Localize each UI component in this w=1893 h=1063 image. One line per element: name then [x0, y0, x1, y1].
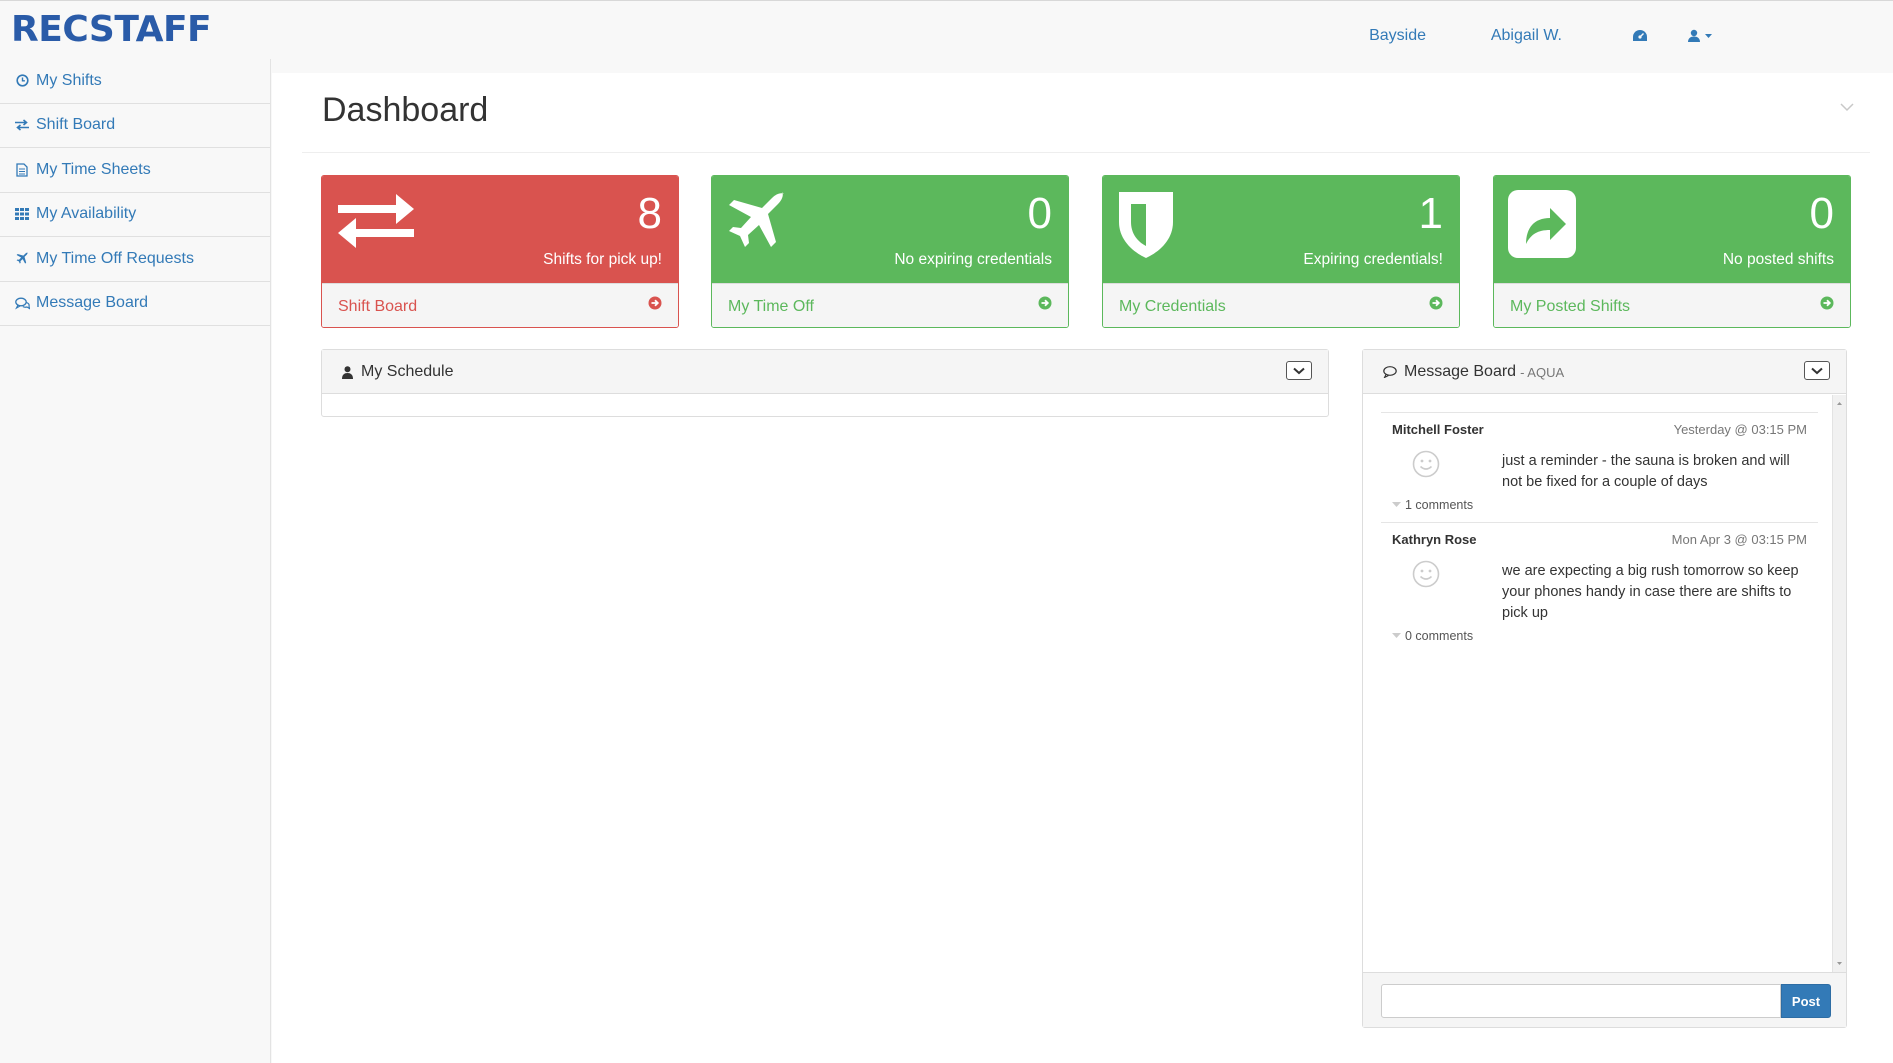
schedule-toggle-button[interactable]	[1286, 361, 1312, 380]
message-board-toggle-button[interactable]	[1804, 361, 1830, 380]
my-schedule-panel: My Schedule	[321, 349, 1329, 417]
arrow-circle-right-icon	[648, 296, 662, 315]
message-scrollbar[interactable]	[1832, 395, 1846, 972]
smiley-avatar-icon	[1412, 560, 1440, 593]
card-link-text: Shift Board	[338, 298, 418, 315]
dashboard-icon[interactable]	[1632, 29, 1648, 48]
comments-icon	[14, 295, 30, 311]
message-text: we are expecting a big rush tomorrow so …	[1502, 563, 1799, 621]
credentials-card: 1 Expiring credentials! My Credentials	[1102, 175, 1460, 328]
message-board-title: Message Board	[1404, 363, 1517, 380]
sidebar-item-my-time-sheets[interactable]: My Time Sheets	[0, 148, 270, 193]
chevron-down-icon	[1293, 367, 1305, 374]
card-header: 8 Shifts for pick up!	[322, 176, 678, 283]
card-label: Expiring credentials!	[1303, 251, 1443, 268]
card-count: 0	[1809, 189, 1834, 238]
panel-title: My Schedule	[342, 363, 454, 381]
main-content: Dashboard 8 Shifts for pick up! Shift Bo…	[272, 73, 1893, 1063]
card-link-text: My Posted Shifts	[1510, 298, 1631, 315]
comments-count: 0 comments	[1405, 629, 1474, 643]
user-name-link[interactable]: Abigail W.	[1491, 27, 1562, 45]
message-comments-toggle[interactable]: 0 comments	[1392, 629, 1473, 643]
posted-shifts-card: 0 No posted shifts My Posted Shifts	[1493, 175, 1851, 328]
message-text: just a reminder - the sauna is broken an…	[1502, 453, 1790, 490]
message-author: Mitchell Foster	[1392, 422, 1484, 437]
user-icon	[342, 365, 353, 379]
top-navbar: RECSTAFF Bayside Abigail W.	[0, 0, 1893, 73]
message-board-panel: Message Board - AQUA Mitchell Foster Yes…	[1362, 349, 1847, 1028]
panel-header: Message Board - AQUA	[1363, 350, 1846, 394]
clock-icon	[14, 73, 30, 89]
card-count: 1	[1418, 189, 1443, 238]
message-list[interactable]: Mitchell Foster Yesterday @ 03:15 PM jus…	[1363, 395, 1832, 972]
exchange-icon	[14, 117, 30, 133]
caret-down-icon	[1392, 633, 1401, 638]
message-time: Mon Apr 3 @ 03:15 PM	[1671, 532, 1807, 547]
chevron-down-icon	[1811, 367, 1823, 374]
plane-icon	[726, 190, 790, 259]
page-header: Dashboard	[302, 73, 1870, 153]
message-time: Yesterday @ 03:15 PM	[1673, 422, 1807, 437]
sidebar-item-label: Message Board	[36, 294, 149, 312]
shift-board-link[interactable]: Shift Board	[322, 283, 678, 327]
card-header: 1 Expiring credentials!	[1103, 176, 1459, 283]
caret-down-icon	[1392, 502, 1401, 507]
shield-icon	[1117, 190, 1175, 265]
sidebar-item-my-time-off-requests[interactable]: My Time Off Requests	[0, 237, 270, 282]
scroll-up-icon[interactable]	[1833, 399, 1846, 407]
card-label: Shifts for pick up!	[543, 251, 662, 268]
sidebar-item-shift-board[interactable]: Shift Board	[0, 104, 270, 148]
card-link-text: My Time Off	[728, 298, 814, 315]
message-compose: Post	[1363, 972, 1846, 1027]
card-label: No expiring credentials	[894, 251, 1052, 268]
message-author: Kathryn Rose	[1392, 532, 1477, 547]
card-header: 0 No expiring credentials	[712, 176, 1068, 283]
message-comments-toggle[interactable]: 1 comments	[1392, 498, 1473, 512]
arrow-circle-right-icon	[1038, 296, 1052, 315]
message-item: Mitchell Foster Yesterday @ 03:15 PM jus…	[1381, 412, 1818, 522]
exchange-icon	[336, 190, 416, 257]
share-icon	[1508, 190, 1576, 263]
panel-header: My Schedule	[322, 350, 1328, 394]
my-time-off-link[interactable]: My Time Off	[712, 283, 1068, 327]
card-count: 8	[637, 189, 662, 238]
comments-count: 1 comments	[1405, 498, 1474, 512]
sidebar-item-message-board[interactable]: Message Board	[0, 282, 270, 326]
brand-logo[interactable]: RECSTAFF	[11, 9, 212, 50]
chevron-down-icon[interactable]	[1840, 99, 1854, 117]
card-label: No posted shifts	[1722, 251, 1834, 268]
grid-icon	[14, 206, 30, 222]
card-link-text: My Credentials	[1119, 298, 1226, 315]
sidebar-item-label: My Time Sheets	[36, 160, 151, 178]
message-item: Kathryn Rose Mon Apr 3 @ 03:15 PM we are…	[1381, 522, 1818, 662]
comment-icon	[1383, 366, 1397, 378]
smiley-avatar-icon	[1412, 450, 1440, 483]
shifts-pickup-card: 8 Shifts for pick up! Shift Board	[321, 175, 679, 328]
time-off-card: 0 No expiring credentials My Time Off	[711, 175, 1069, 328]
arrow-circle-right-icon	[1820, 296, 1834, 315]
user-menu-icon[interactable]	[1687, 29, 1713, 48]
arrow-circle-right-icon	[1429, 296, 1443, 315]
my-posted-shifts-link[interactable]: My Posted Shifts	[1494, 283, 1850, 327]
sidebar-item-label: My Time Off Requests	[36, 249, 194, 267]
panel-title: Message Board - AQUA	[1383, 363, 1564, 381]
message-board-subtitle: - AQUA	[1520, 364, 1565, 380]
document-icon	[14, 162, 30, 178]
card-header: 0 No posted shifts	[1494, 176, 1850, 283]
sidebar-item-label: My Availability	[36, 205, 137, 223]
sidebar-item-label: Shift Board	[36, 116, 116, 134]
card-count: 0	[1027, 189, 1052, 238]
sidebar: My Shifts Shift Board My Time Sheets My …	[0, 59, 271, 1063]
schedule-title: My Schedule	[361, 363, 454, 380]
sidebar-item-label: My Shifts	[36, 71, 102, 89]
message-input[interactable]	[1381, 984, 1781, 1018]
location-link[interactable]: Bayside	[1369, 27, 1426, 45]
page-title: Dashboard	[322, 91, 489, 129]
my-credentials-link[interactable]: My Credentials	[1103, 283, 1459, 327]
sidebar-item-my-availability[interactable]: My Availability	[0, 193, 270, 237]
scroll-down-icon[interactable]	[1833, 960, 1846, 968]
post-button[interactable]: Post	[1781, 984, 1831, 1018]
plane-icon	[14, 251, 30, 267]
sidebar-item-my-shifts[interactable]: My Shifts	[0, 59, 270, 104]
